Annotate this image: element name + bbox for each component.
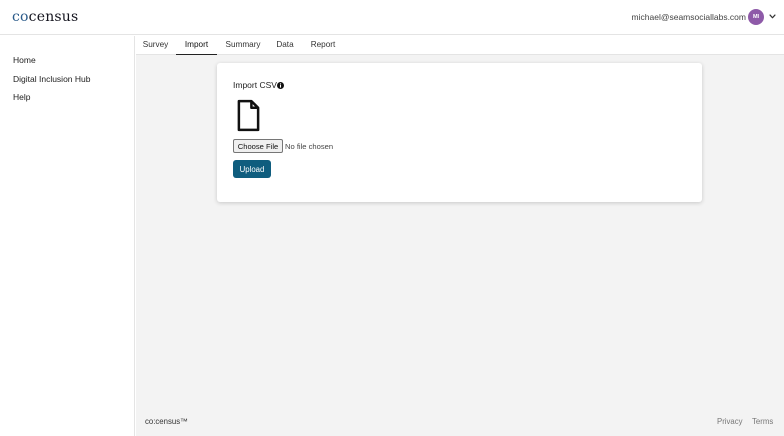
sidebar-item-home[interactable]: Home <box>13 55 36 65</box>
brand-logo-co: co <box>12 9 29 25</box>
sidebar: Home Digital Inclusion Hub Help <box>0 36 135 436</box>
tab-bar: Survey Import Summary Data Report <box>136 36 784 55</box>
file-icon <box>237 99 260 132</box>
brand-logo-census: census <box>28 9 79 25</box>
tab-import[interactable]: Import <box>176 36 217 55</box>
footer-privacy-link[interactable]: Privacy <box>717 417 743 426</box>
main-content: Survey Import Summary Data Report Import… <box>136 36 784 436</box>
upload-button[interactable]: Upload <box>233 160 271 178</box>
sidebar-item-digital-inclusion-hub[interactable]: Digital Inclusion Hub <box>13 74 90 84</box>
file-status: No file chosen <box>285 142 334 151</box>
top-bar: cocensus michael@seamsociallabs.com MI <box>0 0 784 35</box>
info-icon[interactable] <box>277 82 284 89</box>
footer-terms-link[interactable]: Terms <box>752 417 773 426</box>
sidebar-item-help[interactable]: Help <box>13 92 30 102</box>
user-email: michael@seamsociallabs.com <box>631 12 746 22</box>
tab-summary[interactable]: Summary <box>218 36 268 55</box>
tab-data[interactable]: Data <box>269 36 301 55</box>
brand-logo[interactable]: cocensus <box>12 9 78 25</box>
choose-file-button[interactable]: Choose File <box>233 139 283 153</box>
footer-brand: co:census™ <box>145 417 188 426</box>
tab-survey[interactable]: Survey <box>136 36 175 55</box>
import-title: Import CSV <box>233 80 277 90</box>
import-card: Import CSV Choose File No file chosen Up… <box>217 63 702 202</box>
chevron-down-icon[interactable] <box>769 13 776 20</box>
avatar[interactable]: MI <box>748 9 764 25</box>
tab-report[interactable]: Report <box>302 36 344 55</box>
